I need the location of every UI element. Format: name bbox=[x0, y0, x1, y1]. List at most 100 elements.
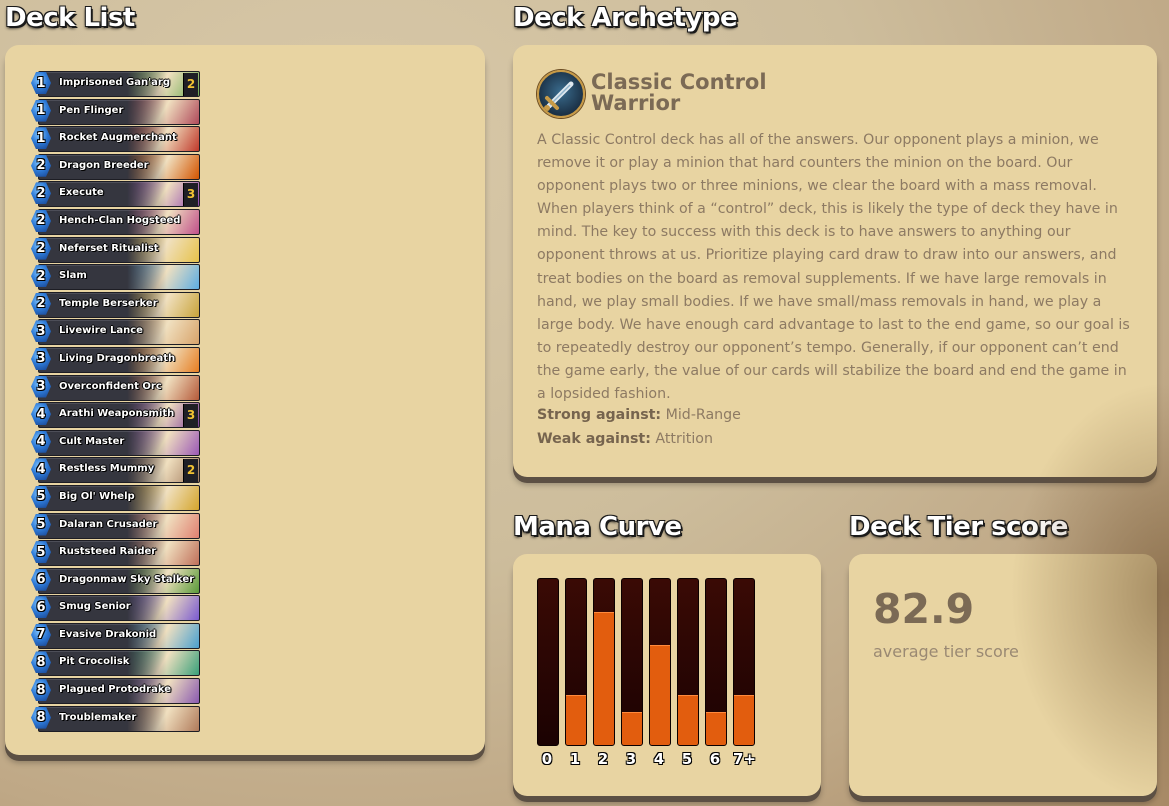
mana-gem-icon: 2 bbox=[30, 237, 52, 261]
mana-gem-icon: 2 bbox=[30, 154, 52, 178]
card-tile: Living Dragonbreath bbox=[38, 346, 200, 373]
card-art-image bbox=[127, 706, 199, 731]
card-art-image bbox=[127, 596, 199, 621]
mana-gem-icon: 6 bbox=[30, 595, 52, 619]
card-tile: Dragon Breeder bbox=[38, 153, 200, 180]
card-art-image bbox=[127, 430, 199, 455]
mana-gem-icon: 4 bbox=[30, 402, 52, 426]
deck-card-row[interactable]: Cult Master 4 bbox=[30, 429, 200, 456]
mana-curve-bar-2 bbox=[593, 578, 615, 746]
deck-card-row[interactable]: Neferset Ritualist 2 bbox=[30, 236, 200, 263]
mana-curve-fill-7+ bbox=[734, 695, 754, 745]
card-name: Cult Master bbox=[59, 435, 125, 447]
card-name: Ruststeed Raider bbox=[59, 546, 157, 558]
card-copy-count: 2 bbox=[183, 73, 198, 96]
mana-gem-icon: 8 bbox=[30, 678, 52, 702]
mana-gem-icon: 3 bbox=[30, 347, 52, 371]
card-tile: Dragonmaw Sky Stalker bbox=[38, 567, 200, 594]
mana-gem-icon: 2 bbox=[30, 264, 52, 288]
strong-against-value: Mid-Range bbox=[665, 407, 741, 423]
card-tile: Big Ol' Whelp bbox=[38, 484, 200, 511]
card-name: Dragon Breeder bbox=[59, 159, 149, 171]
card-cost: 6 bbox=[36, 572, 46, 588]
card-tile: Neferset Ritualist bbox=[38, 236, 200, 263]
mana-gem-icon: 8 bbox=[30, 706, 52, 730]
deck-card-row[interactable]: Imprisoned Gan'arg 2 1 bbox=[30, 70, 200, 97]
card-cost: 3 bbox=[36, 323, 46, 339]
deck-card-row[interactable]: Pen Flinger 1 bbox=[30, 98, 200, 125]
deck-card-row[interactable]: Temple Berserker 2 bbox=[30, 291, 200, 318]
card-cost: 5 bbox=[36, 544, 46, 560]
mana-gem-icon: 2 bbox=[30, 181, 52, 205]
deck-card-row[interactable]: Smug Senior 6 bbox=[30, 594, 200, 622]
mana-curve-fill-1 bbox=[566, 695, 586, 745]
mana-curve-label-4: 4 bbox=[653, 750, 665, 768]
strong-against: Strong against: Mid-Range bbox=[537, 407, 741, 423]
card-name: Pit Crocolisk bbox=[59, 656, 130, 668]
card-tile: Overconfident Orc bbox=[38, 374, 200, 401]
card-tile: Evasive Drakonid bbox=[38, 622, 200, 649]
deck-card-row[interactable]: Dragonmaw Sky Stalker 6 bbox=[30, 567, 200, 594]
card-tile: Dalaran Crusader bbox=[38, 512, 200, 539]
card-name: Evasive Drakonid bbox=[59, 628, 157, 640]
card-name: Dragonmaw Sky Stalker bbox=[59, 573, 195, 585]
mana-curve-label-5: 5 bbox=[681, 750, 693, 768]
card-tile: Plagued Protodrake bbox=[38, 678, 200, 705]
mana-curve-bar-5 bbox=[677, 578, 699, 746]
deck-card-row[interactable]: Dragon Breeder 2 bbox=[30, 153, 200, 180]
card-tile: Hench-Clan Hogsteed bbox=[38, 208, 200, 235]
mana-curve-bar-7+ bbox=[733, 578, 755, 746]
deck-card-row[interactable]: Overconfident Orc 3 bbox=[30, 374, 200, 401]
card-name: Troublemaker bbox=[59, 711, 137, 723]
card-cost: 5 bbox=[36, 489, 46, 505]
card-copy-count: 2 bbox=[183, 459, 198, 483]
card-copy-count: 3 bbox=[183, 404, 198, 428]
deck-card-row[interactable]: Ruststeed Raider 5 bbox=[30, 539, 200, 567]
deck-card-row[interactable]: Living Dragonbreath 3 bbox=[30, 346, 200, 373]
deck-card-row[interactable]: Plagued Protodrake 8 bbox=[30, 677, 200, 705]
card-name: Restless Mummy bbox=[59, 463, 155, 475]
card-name: Execute bbox=[59, 187, 104, 199]
card-tile: Pen Flinger bbox=[38, 98, 200, 125]
deck-card-row[interactable]: Troublemaker 8 bbox=[30, 705, 200, 732]
card-cost: 1 bbox=[36, 75, 46, 91]
card-cost: 7 bbox=[36, 627, 46, 643]
mana-curve-chart: 0 1 2 3 4 5 6 7+ bbox=[537, 578, 757, 768]
deck-card-row[interactable]: Slam 2 bbox=[30, 263, 200, 291]
mana-gem-icon: 8 bbox=[30, 650, 52, 674]
deck-card-row[interactable]: Execute 3 2 bbox=[30, 180, 200, 208]
mana-curve-bar-3 bbox=[621, 578, 643, 746]
mana-gem-icon: 5 bbox=[30, 540, 52, 564]
mana-gem-icon: 2 bbox=[30, 292, 52, 316]
deck-card-row[interactable]: Dalaran Crusader 5 bbox=[30, 512, 200, 539]
card-name: Big Ol' Whelp bbox=[59, 490, 135, 502]
card-tile: Temple Berserker bbox=[38, 291, 200, 318]
card-cost: 1 bbox=[36, 103, 46, 119]
mana-curve-label-0: 0 bbox=[541, 750, 553, 768]
card-cost: 4 bbox=[36, 434, 46, 450]
mana-curve-bar-4 bbox=[649, 578, 671, 746]
mana-curve-bar-1 bbox=[565, 578, 587, 746]
card-cost: 8 bbox=[36, 682, 46, 698]
mana-curve-label-6: 6 bbox=[709, 750, 721, 768]
deck-card-row[interactable]: Arathi Weaponsmith 3 4 bbox=[30, 401, 200, 429]
deck-card-row[interactable]: Restless Mummy 2 4 bbox=[30, 456, 200, 484]
deck-card-row[interactable]: Hench-Clan Hogsteed 2 bbox=[30, 208, 200, 235]
deck-card-row[interactable]: Big Ol' Whelp 5 bbox=[30, 484, 200, 511]
card-name: Imprisoned Gan'arg bbox=[59, 77, 170, 88]
card-name: Overconfident Orc bbox=[59, 380, 162, 392]
weak-against-label: Weak against: bbox=[537, 431, 651, 447]
card-cost: 2 bbox=[36, 296, 46, 312]
card-tile: Arathi Weaponsmith 3 bbox=[38, 402, 200, 429]
deck-card-row[interactable]: Livewire Lance 3 bbox=[30, 318, 200, 346]
card-art-image bbox=[127, 485, 199, 510]
card-tile: Execute 3 bbox=[38, 181, 200, 208]
deck-card-row[interactable]: Rocket Augmerchant 1 bbox=[30, 125, 200, 153]
card-name: Smug Senior bbox=[59, 601, 131, 613]
deck-card-row[interactable]: Pit Crocolisk 8 bbox=[30, 649, 200, 677]
card-cost: 8 bbox=[36, 654, 46, 670]
weak-against: Weak against: Attrition bbox=[537, 431, 713, 447]
card-cost: 2 bbox=[36, 158, 46, 174]
card-name: Plagued Protodrake bbox=[59, 684, 171, 696]
deck-card-row[interactable]: Evasive Drakonid 7 bbox=[30, 622, 200, 649]
